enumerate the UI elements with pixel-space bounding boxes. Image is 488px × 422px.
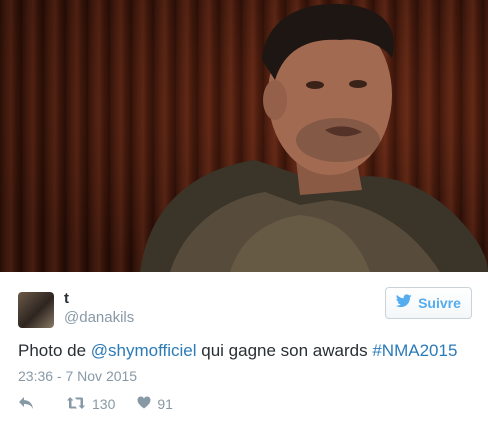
tweet-text-middle: qui gagne son awards (196, 341, 373, 360)
tweet-card: t @danakils Suivre Photo de @shymofficie… (0, 0, 488, 422)
display-name[interactable]: t (64, 290, 69, 307)
tweet-actions: 130 91 (18, 394, 173, 414)
follow-button[interactable]: Suivre (385, 287, 472, 319)
photo-subject (140, 3, 488, 272)
retweet-icon (66, 396, 86, 413)
follow-button-label: Suivre (418, 295, 461, 311)
tweet-text-prefix: Photo de (18, 341, 91, 360)
avatar[interactable] (18, 292, 54, 328)
retweet-button[interactable]: 130 (66, 396, 115, 413)
reply-icon (18, 396, 34, 413)
like-count: 91 (157, 396, 173, 412)
like-button[interactable]: 91 (137, 396, 173, 412)
retweet-count: 130 (92, 396, 116, 412)
timestamp[interactable]: 23:36 - 7 Nov 2015 (18, 368, 137, 384)
mention-link[interactable]: @shymofficiel (91, 341, 197, 360)
tweet-photo[interactable] (0, 0, 488, 272)
user-handle[interactable]: @danakils (64, 309, 134, 326)
hashtag-link[interactable]: #NMA2015 (372, 341, 457, 360)
twitter-bird-icon (395, 293, 412, 313)
heart-icon (137, 396, 151, 412)
reply-button[interactable] (18, 396, 38, 413)
tweet-text: Photo de @shymofficiel qui gagne son awa… (18, 341, 478, 361)
